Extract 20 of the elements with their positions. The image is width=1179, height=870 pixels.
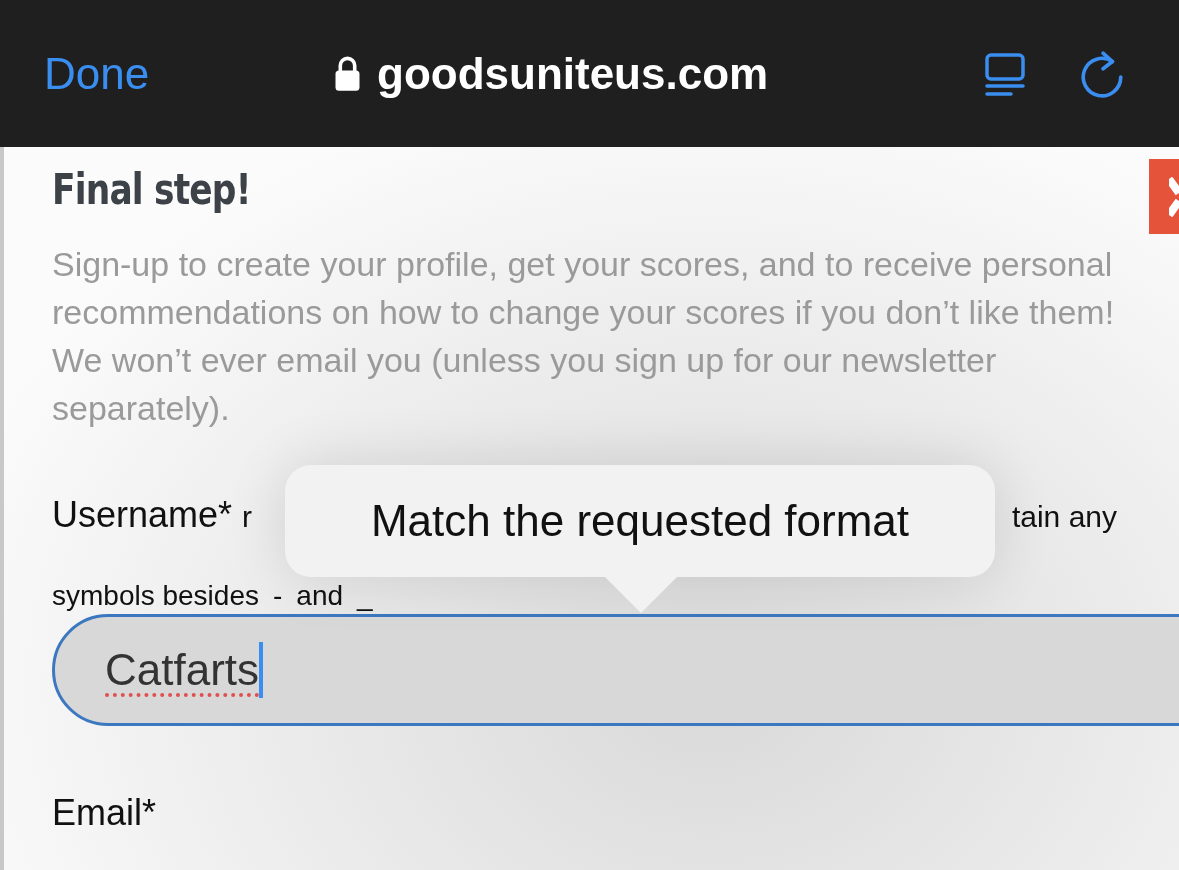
field-value: Catfarts: [105, 645, 260, 695]
field-label: Email*: [52, 792, 158, 834]
tooltip: Match the requested format: [285, 465, 995, 577]
username-field[interactable]: Catfarts: [52, 614, 1179, 726]
hint-text: _: [357, 580, 373, 612]
side-tab-icon: [1169, 176, 1179, 217]
url-text[interactable]: goodsuniteus.com: [377, 48, 769, 99]
hint-text: and: [296, 580, 344, 612]
hint-text: r: [242, 500, 253, 533]
hint-text: tain any: [1011, 500, 1117, 534]
hint-text: -: [273, 580, 283, 612]
heading: Final step!: [52, 165, 252, 214]
tooltip-arrow: [605, 577, 677, 613]
text-cursor: [259, 642, 264, 698]
field-label: Username*: [52, 494, 233, 535]
done-button[interactable]: Done: [44, 48, 150, 99]
hint-text: symbols besides: [52, 580, 259, 612]
lock-icon: [334, 55, 362, 92]
side-tab[interactable]: [1149, 159, 1179, 234]
intro-paragraph: Sign-up to create your profile, get your scores, and to receive personal recommendations on how to change your scores if you don’t like them! We won’t ever email you (unless you sign up for our newsletter separately).: [52, 244, 1116, 429]
